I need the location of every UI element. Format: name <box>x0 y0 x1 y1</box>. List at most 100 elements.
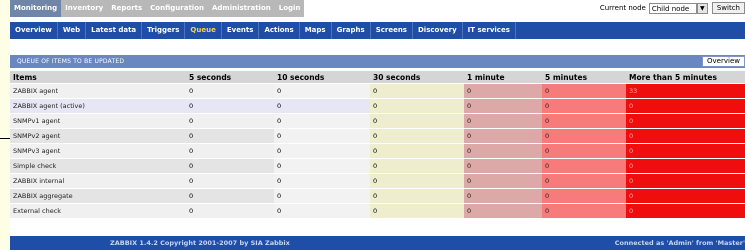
cell-5-seconds: 0 <box>186 158 274 174</box>
cell-30-seconds: 0 <box>370 83 464 99</box>
cell-30-seconds: 0 <box>370 203 464 219</box>
sub-menu-discovery[interactable]: Discovery <box>413 22 463 39</box>
table-row: ZABBIX agent 0 0 0 0 0 33 <box>10 83 745 99</box>
cell-more-than-5-minutes: 0 <box>626 98 745 114</box>
cell-1-minute: 0 <box>464 203 542 219</box>
top-menu: Monitoring Inventory Reports Configurati… <box>10 0 305 17</box>
cell-more-than-5-minutes: 0 <box>626 188 745 204</box>
footer: ZABBIX 1.4.2 Copyright 2001-2007 by SIA … <box>10 236 745 250</box>
top-menu-configuration[interactable]: Configuration <box>146 0 208 17</box>
cell-5-seconds: 0 <box>186 113 274 129</box>
cell-5-minutes: 0 <box>542 158 626 174</box>
cell-10-seconds: 0 <box>274 83 370 99</box>
cell-30-seconds: 0 <box>370 188 464 204</box>
cell-more-than-5-minutes: 33 <box>626 83 745 99</box>
queue-title: QUEUE OF ITEMS TO BE UPDATED <box>17 58 125 65</box>
table-header-row: Items 5 seconds 10 seconds 30 seconds 1 … <box>10 71 745 84</box>
sub-menu-actions[interactable]: Actions <box>259 22 300 39</box>
item-name: SNMPv1 agent <box>10 113 186 129</box>
cell-more-than-5-minutes: 0 <box>626 173 745 189</box>
sub-menu-triggers[interactable]: Triggers <box>142 22 186 39</box>
cell-1-minute: 0 <box>464 113 542 129</box>
queue-table: Items 5 seconds 10 seconds 30 seconds 1 … <box>10 71 745 219</box>
cell-5-seconds: 0 <box>186 83 274 99</box>
cell-30-seconds: 0 <box>370 113 464 129</box>
cell-more-than-5-minutes: 0 <box>626 113 745 129</box>
sub-menu-queue[interactable]: Queue <box>185 22 222 39</box>
table-row: ZABBIX aggregate 0 0 0 0 0 0 <box>10 188 745 204</box>
cell-10-seconds: 0 <box>274 188 370 204</box>
sub-menu-latest-data[interactable]: Latest data <box>86 22 143 39</box>
switch-button[interactable]: Switch <box>711 2 745 14</box>
table-row: SNMPv3 agent 0 0 0 0 0 0 <box>10 143 745 159</box>
cell-5-minutes: 0 <box>542 188 626 204</box>
cell-5-minutes: 0 <box>542 98 626 114</box>
cell-10-seconds: 0 <box>274 128 370 144</box>
sub-menu-it-services[interactable]: IT services <box>463 22 516 39</box>
cell-30-seconds: 0 <box>370 173 464 189</box>
cell-10-seconds: 0 <box>274 143 370 159</box>
top-menu-inventory[interactable]: Inventory <box>61 0 107 17</box>
cell-10-seconds: 0 <box>274 158 370 174</box>
cell-10-seconds: 0 <box>274 113 370 129</box>
column-header-1-minute[interactable]: 1 minute <box>464 71 542 84</box>
cell-more-than-5-minutes: 0 <box>626 158 745 174</box>
cell-5-minutes: 0 <box>542 113 626 129</box>
cell-10-seconds: 0 <box>274 203 370 219</box>
cell-5-seconds: 0 <box>186 188 274 204</box>
item-name: External check <box>10 203 186 219</box>
cell-1-minute: 0 <box>464 188 542 204</box>
table-row: SNMPv2 agent 0 0 0 0 0 0 <box>10 128 745 144</box>
sub-menu-graphs[interactable]: Graphs <box>332 22 371 39</box>
column-header-30-seconds[interactable]: 30 seconds <box>370 71 464 84</box>
cell-5-minutes: 0 <box>542 128 626 144</box>
cell-more-than-5-minutes: 0 <box>626 143 745 159</box>
connection-info: Connected as 'Admin' from 'Master' <box>614 239 745 247</box>
current-node-label: Current node <box>599 4 646 12</box>
sub-menu-overview[interactable]: Overview <box>10 22 58 39</box>
cell-1-minute: 0 <box>464 143 542 159</box>
cell-more-than-5-minutes: 0 <box>626 203 745 219</box>
table-row: Simple check 0 0 0 0 0 0 <box>10 158 745 174</box>
item-name: Simple check <box>10 158 186 174</box>
item-name: SNMPv3 agent <box>10 143 186 159</box>
top-menu-administration[interactable]: Administration <box>208 0 275 17</box>
cell-1-minute: 0 <box>464 98 542 114</box>
cell-10-seconds: 0 <box>274 98 370 114</box>
top-menu-monitoring[interactable]: Monitoring <box>10 0 62 17</box>
item-name: ZABBIX aggregate <box>10 188 186 204</box>
column-header-more-than-5-minutes[interactable]: More than 5 minutes <box>626 71 745 84</box>
table-row: External check 0 0 0 0 0 0 <box>10 203 745 219</box>
top-bar: Monitoring Inventory Reports Configurati… <box>10 0 745 17</box>
sub-menu-screens[interactable]: Screens <box>371 22 413 39</box>
cell-1-minute: 0 <box>464 128 542 144</box>
column-header-items[interactable]: Items <box>10 71 186 84</box>
column-header-5-seconds[interactable]: 5 seconds <box>186 71 274 84</box>
sub-menu: Overview Web Latest data Triggers Queue … <box>10 22 745 39</box>
column-header-5-minutes[interactable]: 5 minutes <box>542 71 626 84</box>
sub-menu-web[interactable]: Web <box>58 22 87 39</box>
node-select[interactable]: Child node <box>648 2 697 14</box>
table-row: ZABBIX agent (active) 0 0 0 0 0 0 <box>10 98 745 114</box>
copyright-text: ZABBIX 1.4.2 Copyright 2001-2007 by SIA … <box>110 239 290 247</box>
cell-more-than-5-minutes: 0 <box>626 128 745 144</box>
cell-1-minute: 0 <box>464 83 542 99</box>
sub-menu-maps[interactable]: Maps <box>300 22 332 39</box>
top-menu-login[interactable]: Login <box>275 0 305 17</box>
cell-10-seconds: 0 <box>274 173 370 189</box>
cell-5-minutes: 0 <box>542 173 626 189</box>
current-node-box: Current node Child node ▼ Switch <box>600 2 745 14</box>
cell-5-minutes: 0 <box>542 143 626 159</box>
item-name: ZABBIX agent <box>10 83 186 99</box>
view-select[interactable]: Overview <box>702 56 745 67</box>
zabbix-frame: Monitoring Inventory Reports Configurati… <box>10 0 745 250</box>
table-row: SNMPv1 agent 0 0 0 0 0 0 <box>10 113 745 129</box>
cell-5-seconds: 0 <box>186 98 274 114</box>
sub-menu-events[interactable]: Events <box>222 22 260 39</box>
column-header-10-seconds[interactable]: 10 seconds <box>274 71 370 84</box>
item-name: ZABBIX internal <box>10 173 186 189</box>
chevron-down-icon[interactable]: ▼ <box>696 2 708 14</box>
cell-5-seconds: 0 <box>186 203 274 219</box>
cell-30-seconds: 0 <box>370 98 464 114</box>
top-menu-reports[interactable]: Reports <box>107 0 146 17</box>
